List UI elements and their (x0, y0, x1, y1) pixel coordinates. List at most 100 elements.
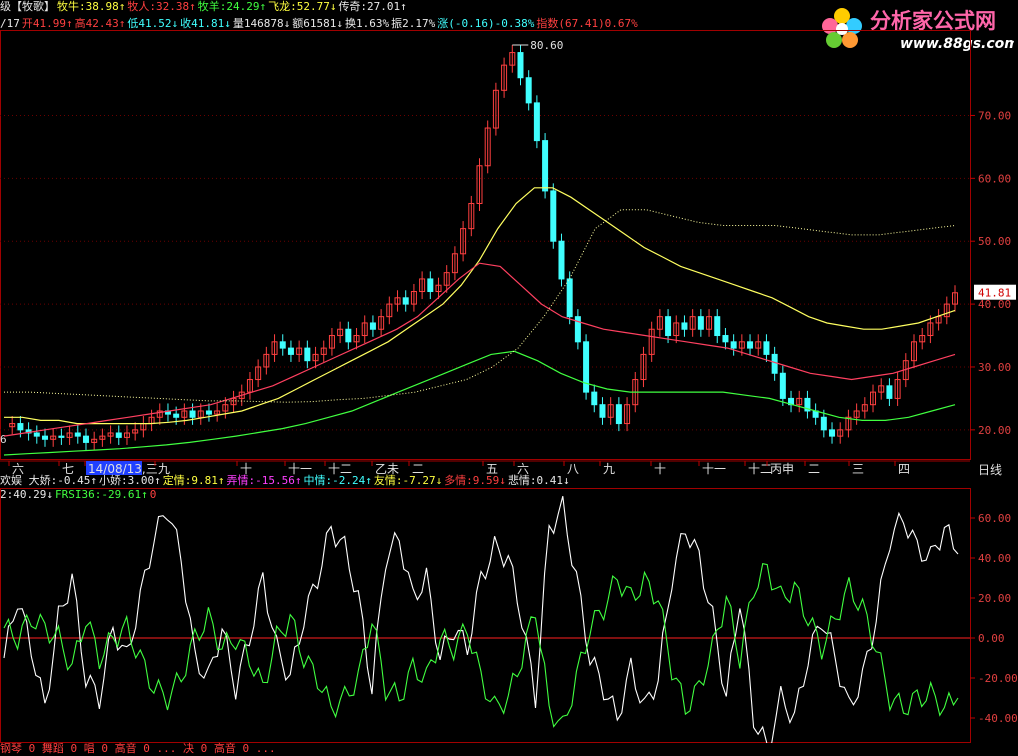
legend-item: 振2.17% (391, 17, 436, 30)
legend-item: 友情:-7.27↓ (373, 474, 443, 487)
candle-body (369, 322, 376, 330)
candle-body (665, 316, 672, 337)
candle-body (345, 328, 352, 343)
legend-item: 欢娱 大娇:-0.45↑ (0, 474, 97, 487)
candle-body (829, 429, 836, 437)
oscillator-line (3, 563, 959, 728)
peak-label: 80.60 (530, 39, 563, 52)
candle-body (304, 347, 311, 362)
legend-item: 悲情:0.41↓ (507, 474, 570, 487)
x-tick-label: 十一 (702, 462, 726, 476)
candle-body (58, 435, 65, 438)
x-tick-label: 二 (808, 462, 820, 476)
y-tick-label: -20.00 (978, 672, 1018, 685)
legend-item: 中情:-2.24↑ (303, 474, 372, 487)
last-price-label: 41.81 (978, 287, 1011, 300)
y-tick-label: 60.00 (978, 172, 1011, 185)
candle-body (583, 341, 590, 393)
candle-body (714, 316, 721, 337)
x-tick-label: 丙申 (770, 462, 794, 476)
legend-item: 牧人:32.38↑ (127, 0, 196, 13)
legend-item: 弄情:-15.56↑ (226, 474, 302, 487)
legend-item: 额61581↓ (292, 17, 343, 30)
legend-item: 传奇:27.01↑ (338, 0, 407, 13)
legend-item: 指数(67.41)0.67% (536, 17, 638, 30)
x-tick-label: 十二 (748, 462, 772, 476)
candle-body (41, 435, 48, 440)
candle-body (771, 353, 778, 374)
period-label[interactable]: 日线 (978, 461, 1002, 478)
y-tick-label: 40.00 (978, 298, 1011, 311)
x-tick-label: 三 (852, 462, 864, 476)
oscillator-chart[interactable]: 60.00 40.00 20.00 0.00 -20.00 -40.00 (0, 488, 1018, 743)
candle-body (763, 341, 770, 355)
candle-body (566, 278, 573, 318)
candle-body (189, 410, 196, 418)
candle-body (115, 432, 122, 438)
x-tick-label: 四 (898, 462, 910, 476)
candle-body (533, 102, 540, 142)
candle-body (722, 335, 729, 343)
legend-item: 多情:9.59↓ (444, 474, 506, 487)
candle-body (599, 404, 606, 418)
chart-frame (0, 30, 971, 460)
oscillator-legend-row: 欢娱 大娇:-0.45↑ 小娇:3.00↑ 定情:9.81↑ 弄情:-15.56↑ 中情… (0, 474, 572, 488)
candle-body (697, 316, 704, 330)
y-tick-label: 50.00 (978, 235, 1011, 248)
x-tick-label: 九 (603, 462, 615, 476)
legend-item: 开41.99↑ (21, 17, 73, 30)
candle-body (74, 432, 81, 437)
legend-item: 牧羊:24.29↑ (197, 0, 267, 13)
legend-item: 收41.81↓ (180, 17, 231, 30)
candle-body (427, 278, 434, 293)
legend-item: 高42.43↑ (74, 17, 126, 30)
osc-frame (0, 488, 971, 743)
candle-body (558, 240, 565, 280)
y-tick-label: 70.00 (978, 109, 1011, 122)
candle-body (279, 341, 286, 349)
price-chart[interactable]: 70.00 60.00 50.00 40.00 30.00 20.00 6 80.60 41.8… (0, 30, 1018, 460)
candle-body (820, 416, 827, 431)
legend-item: 定情:9.81↑ (162, 474, 225, 487)
candle-body (542, 140, 549, 192)
candle-body (205, 410, 212, 415)
candle-body (287, 347, 294, 355)
legend-item: 级【牧歌】 (0, 0, 55, 13)
legend-item: 小娇:3.00↑ (98, 474, 161, 487)
candle-body (615, 404, 622, 425)
candle-body (82, 435, 89, 443)
candle-body (550, 190, 557, 242)
candle-body (591, 391, 598, 406)
y-tick-label: -40.00 (978, 712, 1018, 725)
legend-item: 低41.52↓ (127, 17, 179, 30)
oscillator-line (3, 496, 959, 743)
y-tick-label: 20.00 (978, 424, 1011, 437)
candle-body (730, 341, 737, 349)
legend-item: 牧牛:38.98↑ (57, 0, 126, 13)
legend-item: 涨(-0.16)-0.38% (437, 17, 535, 30)
x-tick-label: 十 (654, 462, 666, 476)
legend-item: 飞龙:52.77↓ (268, 0, 337, 13)
candle-body (402, 297, 409, 305)
quote-info-row: /17 开41.99↑ 高42.43↑ 低41.52↓ 收41.81↓ 量146878↓ 额… (0, 17, 640, 31)
legend-item: 换1.63% (344, 17, 390, 30)
left-edge-label: 6 (0, 433, 7, 446)
candle-body (681, 322, 688, 330)
y-tick-label: 40.00 (978, 552, 1011, 565)
candle-body (33, 432, 40, 437)
y-tick-label: 30.00 (978, 361, 1011, 374)
legend-item: 量146878↓ (232, 17, 291, 30)
candle-body (173, 413, 180, 418)
bottom-indicator-row: 钢琴 0 舞蹈 0 唱 0 高音 0 ... 决 0 高音 0 ... (0, 742, 276, 755)
y-tick-label: 0.00 (978, 632, 1005, 645)
indicator-legend-row: 级【牧歌】 牧牛:38.98↑ 牧人:32.38↑ 牧羊:24.29↑ 飞龙:52.77… (0, 0, 409, 14)
moving-average-line (4, 187, 956, 425)
candle-body (779, 372, 786, 399)
candle-body (747, 341, 754, 349)
candle-body (886, 385, 893, 399)
y-tick-label: 60.00 (978, 512, 1011, 525)
candle-body (17, 423, 24, 431)
candle-body (517, 52, 524, 79)
candle-body (525, 77, 532, 104)
y-tick-label: 20.00 (978, 592, 1011, 605)
